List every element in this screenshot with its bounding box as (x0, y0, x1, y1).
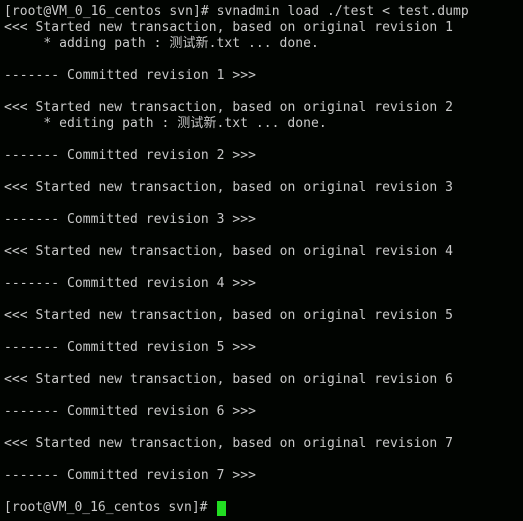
terminal-output-line: ------- Committed revision 1 >>> (4, 68, 257, 83)
path-action-label: * adding path : (4, 36, 170, 51)
terminal-output-line: <<< Started new transaction, based on or… (4, 308, 453, 323)
terminal-output-line: <<< Started new transaction, based on or… (4, 372, 453, 387)
terminal-output-line: <<< Started new transaction, based on or… (4, 100, 453, 115)
terminal-output-line: * adding path : 测试新.txt ... done. (4, 36, 523, 52)
terminal-command-line: [root@VM_0_16_centos svn]# svnadmin load… (4, 4, 469, 19)
terminal-output-area[interactable]: [root@VM_0_16_centos svn]# svnadmin load… (4, 4, 523, 516)
terminal-output-line: ------- Committed revision 5 >>> (4, 340, 257, 355)
text-cursor (217, 500, 227, 516)
terminal-output-line: <<< Started new transaction, based on or… (4, 180, 453, 195)
terminal-output-line: * editing path : 测试新.txt ... done. (4, 116, 523, 132)
terminal-prompt-line[interactable]: [root@VM_0_16_centos svn]# (4, 500, 523, 516)
terminal-output-line: ------- Committed revision 6 >>> (4, 404, 257, 419)
shell-prompt-text: [root@VM_0_16_centos svn]# (4, 500, 216, 515)
terminal-output-line: ------- Committed revision 4 >>> (4, 276, 257, 291)
terminal-output-line: ------- Committed revision 2 >>> (4, 148, 257, 163)
terminal-output-line: <<< Started new transaction, based on or… (4, 244, 453, 259)
cjk-filename: 测试新 (169, 36, 209, 51)
terminal-output-line: ------- Committed revision 3 >>> (4, 212, 257, 227)
terminal-window[interactable]: [root@VM_0_16_centos svn]# svnadmin load… (0, 0, 523, 521)
filename-suffix: .txt ... done. (208, 36, 319, 51)
terminal-output-line: <<< Started new transaction, based on or… (4, 436, 453, 451)
terminal-output-line: <<< Started new transaction, based on or… (4, 20, 453, 35)
filename-suffix: .txt ... done. (216, 116, 327, 131)
terminal-output-line: ------- Committed revision 7 >>> (4, 468, 257, 483)
cjk-filename: 测试新 (177, 116, 217, 131)
path-action-label: * editing path : (4, 116, 178, 131)
